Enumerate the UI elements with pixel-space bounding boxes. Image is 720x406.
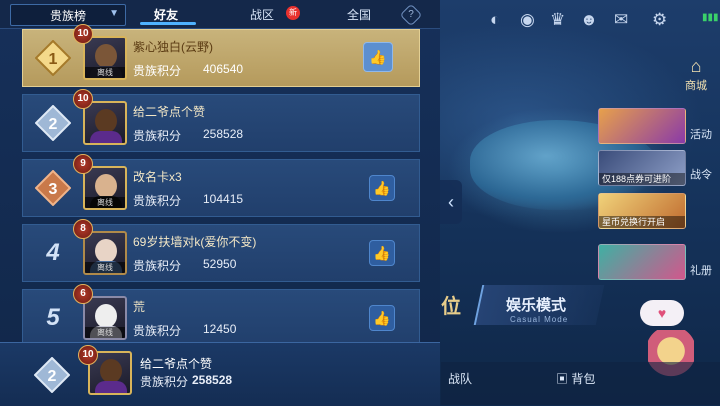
ranking-row: 5 离线 6 荒 贵族积分 12450 👍 — [22, 284, 420, 347]
avatar[interactable] — [83, 101, 127, 145]
noble-level-badge: 8 — [73, 219, 93, 239]
noble-level-badge: 10 — [78, 345, 98, 365]
ranking-panel: 贵族榜 ▼ 好友 战区 新 全国 ? 1 离线 10 紫心独白(云野) 贵族积分… — [0, 0, 440, 406]
score-value: 258528 — [203, 127, 244, 141]
eye-icon[interactable]: ◉ — [520, 10, 535, 30]
avatar[interactable]: 离线 — [83, 36, 127, 80]
bronze-rank-badge-icon: 3 — [35, 170, 71, 206]
ranking-type-dropdown[interactable]: 贵族榜 ▼ — [10, 4, 126, 26]
mall-label: 商城 — [685, 80, 707, 92]
score-label: 贵族积分 — [133, 129, 182, 143]
like-button[interactable]: 👍 — [369, 305, 395, 331]
score-value: 52950 — [203, 257, 237, 271]
mall-button[interactable]: ⌂ 商城 — [684, 56, 708, 93]
gold-rank-badge-icon: 1 — [35, 40, 71, 76]
mail-icon[interactable]: ✉ — [614, 10, 628, 30]
score-label: 贵族积分 — [133, 324, 182, 338]
svg-text:2: 2 — [48, 368, 57, 385]
noble-level-badge: 9 — [73, 154, 93, 174]
svg-text:3: 3 — [49, 181, 58, 198]
score-label: 贵族积分 — [140, 375, 189, 389]
avatar[interactable]: 离线 — [83, 166, 127, 210]
player-name: 改名卡x3 — [133, 170, 182, 184]
score-label: 贵族积分 — [133, 64, 182, 78]
friends-icon[interactable]: ◐ — [490, 10, 500, 30]
ranking-row: 2 10 给二爷点个赞 贵族积分 258528 — [22, 89, 420, 152]
casual-mode-title: 娱乐模式 — [506, 297, 567, 314]
svg-text:2: 2 — [49, 116, 58, 133]
rank-number: 5 — [46, 304, 60, 331]
noble-level-badge: 10 — [73, 89, 93, 109]
team-button[interactable]: 战队 — [448, 370, 472, 387]
help-icon[interactable]: ? — [399, 3, 423, 27]
noble-level-badge: 10 — [73, 24, 93, 44]
dropdown-label: 贵族榜 — [49, 8, 86, 23]
tab-friends[interactable]: 好友 — [154, 6, 178, 23]
score-label: 贵族积分 — [133, 259, 182, 273]
ranked-mode-label[interactable]: 位 — [441, 290, 461, 319]
offline-tag: 离线 — [85, 67, 125, 78]
active-tab-indicator — [140, 22, 196, 25]
svg-text:1: 1 — [49, 51, 58, 68]
banner-caption-2: 星币兑换行开启 — [599, 216, 685, 228]
ranking-row: 1 离线 10 紫心独白(云野) 贵族积分 406540 👍 — [22, 24, 420, 87]
player-name: 紫心独白(云野) — [133, 40, 213, 54]
bag-button[interactable]: ▣ 背包 — [556, 370, 595, 387]
score-value: 12450 — [203, 322, 237, 336]
offline-tag: 离线 — [85, 327, 125, 338]
tab-bar: 贵族榜 ▼ 好友 战区 新 全国 ? — [0, 0, 440, 29]
player-name: 给二爷点个赞 — [140, 357, 213, 371]
offline-tag: 离线 — [85, 197, 125, 208]
event-banner-2[interactable]: 仅188点券可进阶 — [598, 150, 686, 186]
event-banner-1[interactable] — [598, 108, 686, 144]
collapse-panel-button[interactable]: ‹ — [440, 180, 462, 224]
silver-rank-badge-icon: 2 — [34, 357, 70, 393]
avatar[interactable]: 离线 — [83, 231, 127, 275]
casual-mode-subtitle: Casual Mode — [510, 315, 569, 324]
score-value: 258528 — [192, 373, 233, 387]
ranking-row: 4 离线 8 69岁扶墙对k(爱你不变) 贵族积分 52950 👍 — [22, 219, 420, 282]
bag-icon: ▣ — [556, 372, 572, 386]
like-button[interactable]: 👍 — [369, 175, 395, 201]
like-button[interactable]: 👍 — [369, 240, 395, 266]
top-toolbar: ◐ ◉ ♛ ☻ ✉ ⚙ ▮▮▮ — [456, 4, 720, 34]
gift-label: 礼册 — [690, 265, 712, 277]
silver-rank-badge-icon: 2 — [35, 105, 71, 141]
bag-label: 背包 — [571, 372, 596, 386]
gear-icon[interactable]: ⚙ — [652, 10, 667, 30]
tab-region[interactable]: 战区 — [250, 6, 274, 23]
player-name: 给二爷点个赞 — [133, 105, 206, 119]
score-value: 406540 — [203, 62, 244, 76]
score-value: 104415 — [203, 192, 244, 206]
thumbs-up-icon: 👍 — [369, 48, 387, 65]
ranking-row: 3 离线 9 改名卡x3 贵族积分 104415 👍 — [22, 154, 420, 217]
score-label: 贵族积分 — [133, 194, 182, 208]
offline-tag: 离线 — [85, 262, 125, 273]
wifi-icon: ▮▮▮ — [702, 12, 719, 23]
player-name: 69岁扶墙对k(爱你不变) — [133, 235, 257, 249]
tab-global[interactable]: 全国 — [347, 6, 371, 23]
group-icon[interactable]: ☻ — [580, 10, 598, 30]
chevron-down-icon: ▼ — [109, 8, 119, 19]
avatar[interactable]: 离线 — [83, 296, 127, 340]
my-ranking-row: 2 10 给二爷点个赞 贵族积分 258528 — [0, 342, 440, 406]
trophy-icon[interactable]: ♛ — [550, 10, 565, 30]
heart-bubble-icon[interactable]: ♥ — [640, 300, 684, 326]
rank-number: 4 — [46, 239, 60, 266]
banner-caption: 仅188点券可进阶 — [599, 173, 685, 185]
battle-pass-label: 战令 — [690, 169, 712, 181]
event-banner-3[interactable]: 星币兑换行开启 — [598, 193, 686, 229]
thumbs-up-icon: 👍 — [373, 244, 391, 261]
player-name: 荒 — [133, 300, 146, 314]
new-badge: 新 — [286, 6, 300, 20]
like-button[interactable]: 👍 — [363, 42, 393, 72]
chevron-left-icon: ‹ — [448, 192, 454, 212]
thumbs-up-icon: 👍 — [373, 309, 391, 326]
event-banner-4[interactable] — [598, 244, 686, 280]
thumbs-up-icon: 👍 — [373, 179, 391, 196]
noble-level-badge: 6 — [73, 284, 93, 304]
mall-icon: ⌂ — [690, 56, 702, 76]
event-label: 活动 — [690, 129, 712, 141]
